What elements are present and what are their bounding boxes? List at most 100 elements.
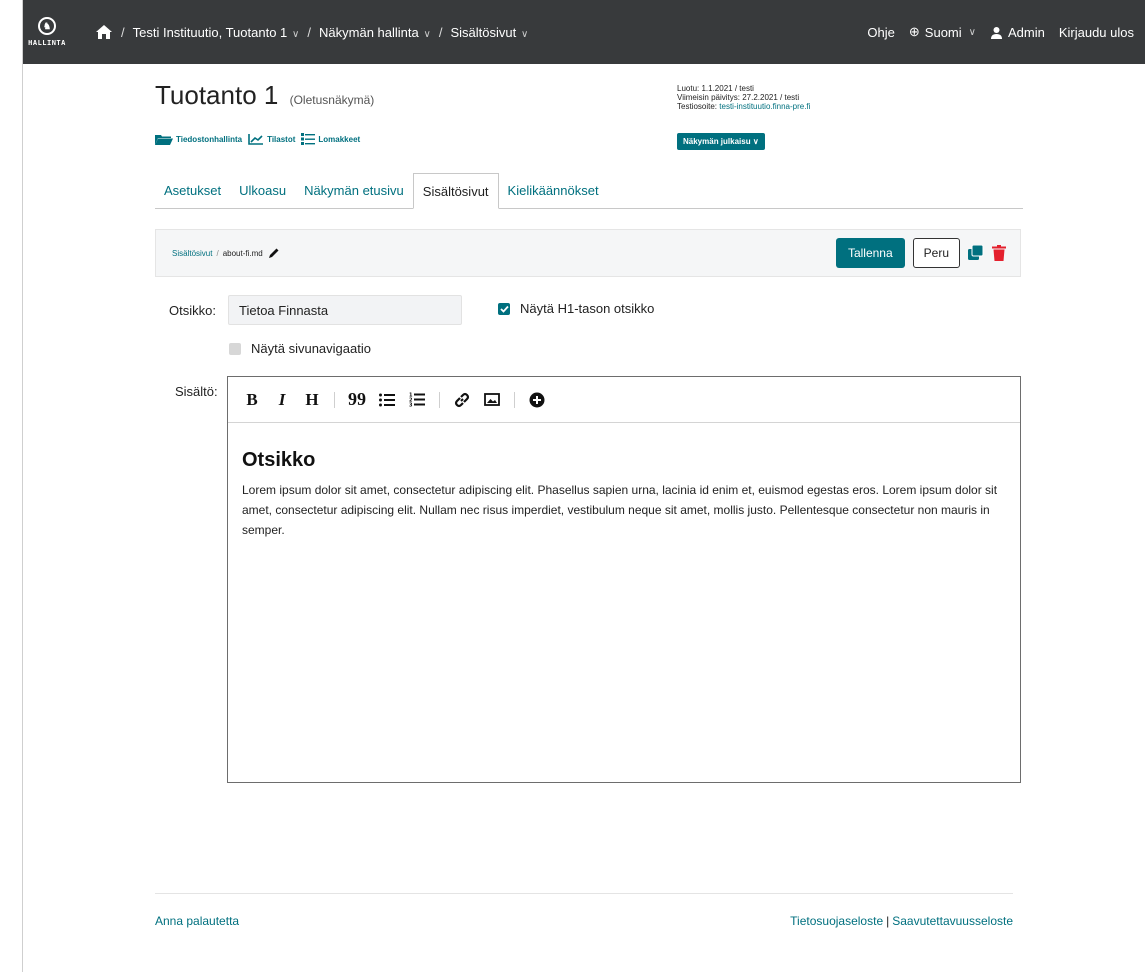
file-management-label: Tiedostonhallinta bbox=[176, 134, 243, 144]
tab-content-pages[interactable]: Sisältösivut bbox=[412, 173, 499, 209]
editor-toolbar: B I H 99 123 bbox=[228, 377, 1020, 423]
copy-icon[interactable] bbox=[968, 245, 984, 261]
forms-label: Lomakkeet bbox=[318, 134, 361, 144]
view-tools: Tiedostonhallinta Tilastot Lomakkeet bbox=[155, 133, 360, 145]
logout-link[interactable]: Kirjaudu ulos bbox=[1059, 25, 1134, 40]
chevron-down-icon: ∨ bbox=[968, 26, 976, 38]
checkbox-checked-icon bbox=[498, 302, 510, 315]
publish-view-button[interactable]: Näkymän julkaisu ∨ bbox=[677, 133, 765, 150]
breadcrumb-label: Sisältösivut bbox=[450, 24, 517, 40]
chevron-down-icon: ∨ bbox=[752, 137, 759, 146]
breadcrumb-separator: / bbox=[121, 24, 125, 40]
view-metadata: Luotu: 1.1.2021 / testi Viimeisin päivit… bbox=[677, 84, 810, 111]
save-button[interactable]: Tallenna bbox=[835, 238, 905, 268]
numbered-list-icon: 123 bbox=[409, 393, 425, 408]
language-label: Suomi bbox=[924, 24, 962, 40]
toolbar-divider bbox=[439, 391, 440, 408]
footer-links: Tietosuojaseloste | Saavutettavuusseloste bbox=[790, 914, 1013, 928]
help-link[interactable]: Ohje bbox=[867, 25, 894, 40]
user-name: Admin bbox=[1007, 24, 1045, 40]
breadcrumb-item-content-pages[interactable]: Sisältösivut ∨ bbox=[450, 25, 528, 40]
tab-translations[interactable]: Kielikäännökset bbox=[499, 183, 608, 208]
home-icon[interactable] bbox=[95, 24, 113, 40]
hallinta-logo[interactable]: ♞ HALLINTA bbox=[23, 0, 71, 64]
forms-link[interactable]: Lomakkeet bbox=[301, 133, 360, 145]
test-address-link[interactable]: testi-instituutio.finna-pre.fi bbox=[719, 102, 810, 111]
breadcrumb: / Testi Instituutio, Tuotanto 1 ∨ / Näky… bbox=[95, 24, 528, 40]
page-footer: Anna palautetta Tietosuojaseloste | Saavut… bbox=[155, 893, 1013, 928]
tab-view-front-page[interactable]: Näkymän etusivu bbox=[295, 183, 413, 208]
tab-appearance[interactable]: Ulkoasu bbox=[230, 183, 295, 208]
heading-button[interactable]: H bbox=[302, 390, 322, 410]
breadcrumb-label: Testi Instituutio, Tuotanto 1 bbox=[132, 24, 288, 40]
privacy-link[interactable]: Tietosuojaseloste bbox=[790, 914, 883, 928]
toolbar-divider bbox=[514, 391, 515, 408]
updated-info: Viimeisin päivitys: 27.2.2021 / testi bbox=[677, 93, 800, 102]
checkbox-unchecked-icon bbox=[229, 342, 241, 355]
file-name: about-fi.md bbox=[222, 248, 263, 258]
chevron-down-icon: ∨ bbox=[518, 28, 529, 40]
created-info: Luotu: 1.1.2021 / testi bbox=[677, 84, 754, 93]
view-subtitle: (Oletusnäkymä) bbox=[289, 93, 375, 107]
app-frame: ♞ HALLINTA / Testi Instituutio, Tuotanto… bbox=[22, 0, 1145, 972]
test-address-info: Testiosoite: testi-instituutio.finna-pre… bbox=[677, 102, 810, 111]
plus-circle-icon bbox=[529, 392, 545, 407]
show-h1-checkbox[interactable]: Näytä H1-tason otsikko bbox=[498, 301, 654, 316]
view-title: Tuotanto 1 bbox=[155, 80, 279, 110]
chevron-down-icon: ∨ bbox=[420, 28, 431, 40]
show-navigation-label: Näytä sivunavigaatio bbox=[251, 341, 371, 356]
show-navigation-checkbox[interactable]: Näytä sivunavigaatio bbox=[229, 341, 371, 356]
top-navigation-bar: ♞ HALLINTA / Testi Instituutio, Tuotanto… bbox=[23, 0, 1145, 64]
chevron-down-icon: ∨ bbox=[289, 28, 300, 40]
bold-button[interactable]: B bbox=[242, 390, 262, 410]
statistics-label: Tilastot bbox=[267, 134, 296, 144]
globe-icon: ⊕ bbox=[908, 24, 920, 39]
view-tabs: Asetukset Ulkoasu Näkymän etusivu Sisält… bbox=[155, 172, 1023, 209]
breadcrumb-item-institution[interactable]: Testi Instituutio, Tuotanto 1 ∨ bbox=[133, 25, 300, 40]
top-right-menu: Ohje ⊕ Suomi ∨ Admin Kirjaudu ulos bbox=[867, 24, 1145, 40]
user-menu[interactable]: Admin bbox=[990, 25, 1045, 40]
user-icon bbox=[990, 26, 1002, 39]
image-icon bbox=[484, 393, 500, 406]
publish-view-label: Näkymän julkaisu bbox=[683, 137, 751, 146]
markdown-editor[interactable]: B I H 99 123 Otsikko Lorem ipsum dolor s… bbox=[227, 376, 1021, 783]
quote-button[interactable]: 99 bbox=[347, 389, 367, 410]
content-pages-link[interactable]: Sisältösivut bbox=[172, 249, 212, 258]
feedback-link[interactable]: Anna palautetta bbox=[155, 914, 239, 928]
add-button[interactable] bbox=[527, 390, 547, 410]
view-header: Tuotanto 1 (Oletusnäkymä) Luotu: 1.1.202… bbox=[155, 80, 1025, 150]
trash-icon[interactable] bbox=[992, 245, 1006, 261]
file-management-link[interactable]: Tiedostonhallinta bbox=[155, 134, 242, 145]
accessibility-link[interactable]: Saavutettavuusseloste bbox=[892, 914, 1013, 928]
breadcrumb-separator: / bbox=[307, 24, 312, 40]
show-h1-label: Näytä H1-tason otsikko bbox=[520, 301, 655, 316]
breadcrumb-separator: / bbox=[438, 24, 443, 40]
folder-icon bbox=[155, 134, 173, 145]
bullet-list-icon bbox=[379, 393, 395, 406]
ordered-list-button[interactable]: 123 bbox=[407, 390, 427, 410]
footer-divider: | bbox=[886, 914, 890, 928]
editor-content[interactable]: Otsikko Lorem ipsum dolor sit amet, cons… bbox=[228, 423, 1020, 566]
italic-button[interactable]: I bbox=[272, 390, 292, 410]
content-label: Sisältö: bbox=[175, 384, 218, 399]
link-icon bbox=[454, 392, 470, 407]
title-label: Otsikko: bbox=[169, 303, 216, 318]
page-title: Tuotanto 1 (Oletusnäkymä) bbox=[155, 80, 1025, 111]
image-button[interactable] bbox=[482, 390, 502, 410]
logo-icon: ♞ bbox=[38, 17, 56, 35]
svg-text:3: 3 bbox=[409, 403, 413, 408]
cancel-button[interactable]: Peru bbox=[912, 238, 960, 268]
unordered-list-button[interactable] bbox=[377, 390, 397, 410]
content-paragraph: Lorem ipsum dolor sit amet, consectetur … bbox=[242, 483, 998, 537]
toolbar-divider bbox=[334, 391, 335, 408]
breadcrumb-separator: / bbox=[216, 248, 219, 258]
link-button[interactable] bbox=[452, 390, 472, 410]
breadcrumb-item-view-management[interactable]: Näkymän hallinta ∨ bbox=[319, 25, 431, 40]
page-actions: Tallenna Peru bbox=[835, 238, 1020, 268]
statistics-link[interactable]: Tilastot bbox=[248, 133, 296, 145]
pencil-icon[interactable] bbox=[268, 247, 280, 259]
language-selector[interactable]: ⊕ Suomi ∨ bbox=[909, 24, 976, 40]
tab-settings[interactable]: Asetukset bbox=[155, 183, 230, 208]
title-input[interactable]: Tietoa Finnasta bbox=[228, 295, 462, 325]
page-action-bar: Sisältösivut / about-fi.md Tallenna Peru bbox=[155, 229, 1021, 277]
